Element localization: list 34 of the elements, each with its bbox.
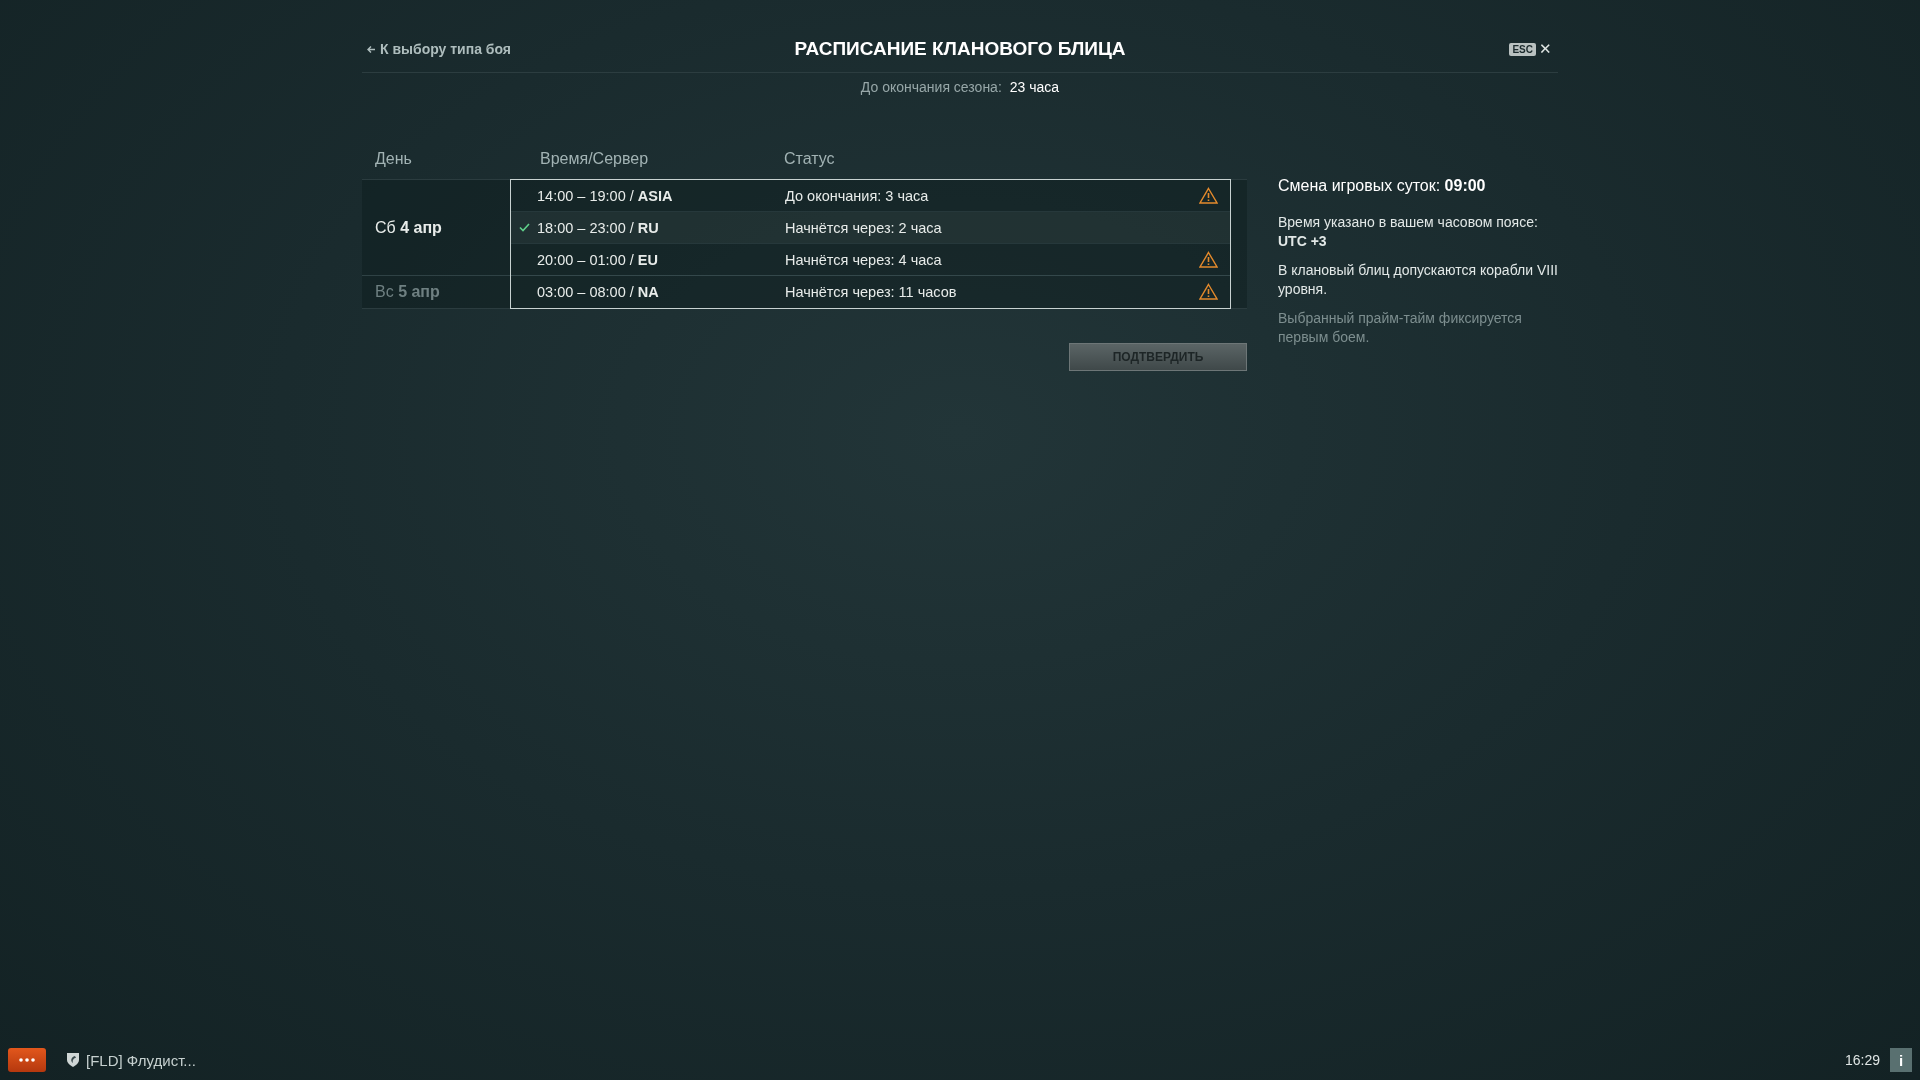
season-value: 23 часа (1009, 79, 1060, 95)
column-header: Время/Сервер (540, 150, 650, 168)
chat-button[interactable] (8, 1048, 46, 1072)
info-heading: Смена игровых суток: 09:00 (1278, 177, 1487, 195)
back-link[interactable]: К выбору типа боя (367, 41, 512, 57)
slot-status: Начнётся через: 11 часов (785, 283, 958, 300)
column-header: Статус (784, 150, 836, 168)
clan-chat-label[interactable]: [FLD] Флудист... (86, 1051, 196, 1069)
time-server: 14:00 – 19:00 / ASIA (537, 187, 674, 204)
esc-key-badge: ESC (1509, 42, 1536, 56)
slot-row[interactable]: 14:00 – 19:00 / ASIA До окончания: 3 часа (511, 180, 1230, 212)
check-icon (518, 223, 530, 232)
window-title: РАСПИСАНИЕ КЛАНОВОГО БЛИЦА (794, 38, 1126, 59)
season-label: До окончания сезона: (860, 79, 1002, 95)
slot-row[interactable]: 20:00 – 01:00 / EU Начнётся через: 4 часа (511, 244, 1230, 276)
time-server: 20:00 – 01:00 / EU (537, 251, 659, 268)
day-cell-text: Вс 5 апр (374, 282, 441, 302)
clock: 16:29 (1844, 1052, 1880, 1068)
info-text: Выбранный прайм-тайм фиксируется первым боем. (1278, 309, 1523, 347)
time-server: 03:00 – 08:00 / NA (537, 283, 660, 300)
shield-icon (66, 1052, 80, 1068)
close-button[interactable]: ✕ (1539, 40, 1552, 58)
info-text: Время указано в вашем часовом поясе: UTC +3 (1278, 213, 1539, 251)
info-button[interactable]: i (1890, 1048, 1912, 1072)
back-arrow-icon (367, 44, 376, 54)
slot-row[interactable]: 18:00 – 23:00 / RU Начнётся через: 2 часа (511, 212, 1230, 244)
slot-status: До окончания: 3 часа (785, 187, 930, 204)
slot-status: Начнётся через: 4 часа (785, 251, 943, 268)
slot-status: Начнётся через: 2 часа (785, 219, 943, 236)
column-header: День (374, 150, 413, 168)
time-server: 18:00 – 23:00 / RU (537, 219, 660, 236)
day-cell: Сб 4 апр (362, 180, 510, 276)
info-text: В клановый блиц допускаются корабли VIII уровня. (1278, 261, 1558, 299)
dots-icon (19, 1058, 35, 1062)
